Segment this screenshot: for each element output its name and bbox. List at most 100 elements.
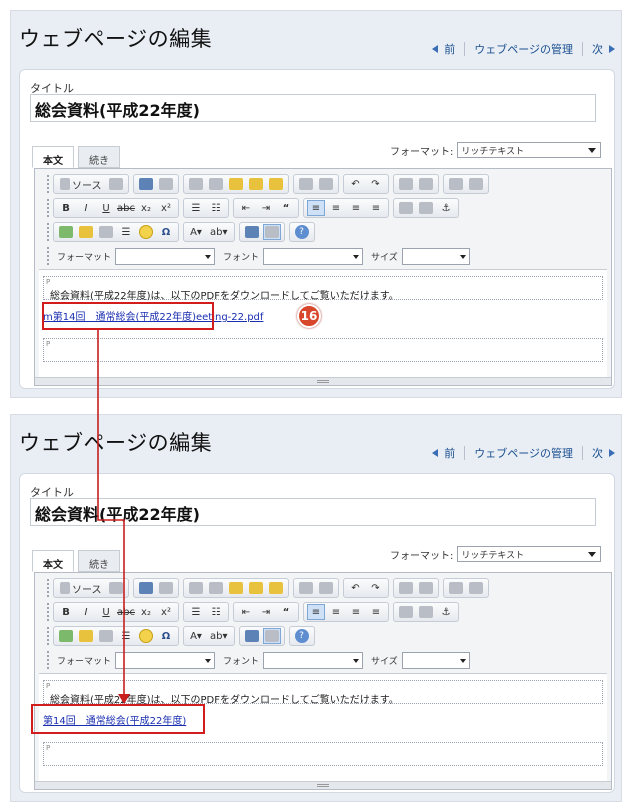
redo-button[interactable]: ↷ bbox=[367, 176, 385, 192]
unlink-button[interactable] bbox=[417, 604, 435, 620]
underline-button[interactable]: U bbox=[97, 200, 115, 216]
tab-continue[interactable]: 続き bbox=[78, 550, 120, 572]
source-button[interactable]: ソース bbox=[57, 580, 105, 596]
save-button[interactable] bbox=[137, 580, 155, 596]
paste-text-button[interactable] bbox=[247, 580, 265, 596]
resize-handle[interactable] bbox=[35, 781, 611, 789]
underline-button[interactable]: U bbox=[97, 604, 115, 620]
nav-next-link[interactable]: 次 bbox=[592, 41, 603, 57]
anchor-button[interactable]: ⚓ bbox=[437, 604, 455, 620]
align-justify-button[interactable]: ≡ bbox=[367, 200, 385, 216]
size-combo[interactable] bbox=[401, 247, 470, 265]
toolbar-grip[interactable] bbox=[47, 579, 51, 597]
cut-button[interactable] bbox=[187, 176, 205, 192]
superscript-button[interactable]: x² bbox=[157, 604, 175, 620]
copy-button[interactable] bbox=[207, 580, 225, 596]
select-all-button[interactable] bbox=[447, 176, 465, 192]
paragraph[interactable]: P bbox=[43, 338, 603, 362]
text-color-button[interactable]: A▾ bbox=[187, 224, 205, 240]
toolbar-grip[interactable] bbox=[47, 651, 51, 669]
toolbar-grip[interactable] bbox=[47, 223, 51, 241]
anchor-button[interactable]: ⚓ bbox=[437, 200, 455, 216]
toolbar-grip[interactable] bbox=[47, 627, 51, 645]
table-button[interactable] bbox=[97, 628, 115, 644]
nav-prev-link[interactable]: 前 bbox=[444, 445, 455, 461]
toolbar-grip[interactable] bbox=[47, 603, 51, 621]
format-select[interactable]: リッチテキスト bbox=[457, 546, 602, 562]
numbered-list-button[interactable]: ☰ bbox=[187, 200, 205, 216]
size-combo[interactable] bbox=[401, 651, 470, 669]
link-button[interactable] bbox=[397, 604, 415, 620]
bg-color-button[interactable]: ab▾ bbox=[207, 628, 231, 644]
blockquote-button[interactable]: “ bbox=[277, 200, 295, 216]
font-combo[interactable] bbox=[263, 247, 364, 265]
remove-format-button[interactable] bbox=[467, 580, 485, 596]
tab-continue[interactable]: 続き bbox=[78, 146, 120, 168]
replace-button[interactable] bbox=[417, 176, 435, 192]
nav-manage-link[interactable]: ウェブページの管理 bbox=[474, 445, 573, 461]
image-button[interactable] bbox=[57, 628, 75, 644]
superscript-button[interactable]: x² bbox=[157, 200, 175, 216]
format-combo[interactable] bbox=[115, 651, 216, 669]
numbered-list-button[interactable]: ☰ bbox=[187, 604, 205, 620]
templates-button[interactable] bbox=[107, 580, 125, 596]
undo-button[interactable]: ↶ bbox=[347, 580, 365, 596]
align-right-button[interactable]: ≡ bbox=[347, 200, 365, 216]
paste-button[interactable] bbox=[227, 580, 245, 596]
indent-button[interactable]: ⇥ bbox=[257, 200, 275, 216]
flash-button[interactable] bbox=[77, 628, 95, 644]
align-justify-button[interactable]: ≡ bbox=[367, 604, 385, 620]
special-char-button[interactable]: Ω bbox=[157, 224, 175, 240]
bg-color-button[interactable]: ab▾ bbox=[207, 224, 231, 240]
spellcheck-button[interactable] bbox=[317, 176, 335, 192]
nav-next-link[interactable]: 次 bbox=[592, 445, 603, 461]
preview-button[interactable] bbox=[157, 580, 175, 596]
bulleted-list-button[interactable]: ☷ bbox=[207, 200, 225, 216]
tab-body[interactable]: 本文 bbox=[32, 550, 74, 572]
paragraph[interactable]: P 総会資料(平成22年度)は、以下のPDFをダウンロードしてご覧いただけます。 bbox=[43, 276, 603, 302]
help-button[interactable]: ? bbox=[293, 628, 311, 644]
bold-button[interactable]: B bbox=[57, 604, 75, 620]
align-left-button[interactable]: ≡ bbox=[307, 200, 325, 216]
special-char-button[interactable]: Ω bbox=[157, 628, 175, 644]
strike-button[interactable]: abc bbox=[117, 604, 135, 620]
italic-button[interactable]: I bbox=[77, 200, 95, 216]
flash-button[interactable] bbox=[77, 224, 95, 240]
spellcheck-button[interactable] bbox=[317, 580, 335, 596]
italic-button[interactable]: I bbox=[77, 604, 95, 620]
templates-button[interactable] bbox=[107, 176, 125, 192]
print-button[interactable] bbox=[297, 580, 315, 596]
paragraph[interactable]: P 総会資料(平成22年度)は、以下のPDFをダウンロードしてご覧いただけます。 bbox=[43, 680, 603, 706]
align-center-button[interactable]: ≡ bbox=[327, 604, 345, 620]
maximize-button[interactable] bbox=[243, 224, 261, 240]
toolbar-grip[interactable] bbox=[47, 247, 51, 265]
title-input[interactable]: 総会資料(平成22年度) bbox=[30, 94, 596, 122]
text-color-button[interactable]: A▾ bbox=[187, 628, 205, 644]
subscript-button[interactable]: x₂ bbox=[137, 200, 155, 216]
undo-button[interactable]: ↶ bbox=[347, 176, 365, 192]
redo-button[interactable]: ↷ bbox=[367, 580, 385, 596]
bulleted-list-button[interactable]: ☷ bbox=[207, 604, 225, 620]
blockquote-button[interactable]: “ bbox=[277, 604, 295, 620]
print-button[interactable] bbox=[297, 176, 315, 192]
select-all-button[interactable] bbox=[447, 580, 465, 596]
smiley-button[interactable] bbox=[137, 628, 155, 644]
unlink-button[interactable] bbox=[417, 200, 435, 216]
toolbar-grip[interactable] bbox=[47, 175, 51, 193]
format-select[interactable]: リッチテキスト bbox=[457, 142, 602, 158]
format-combo[interactable] bbox=[115, 247, 216, 265]
replace-button[interactable] bbox=[417, 580, 435, 596]
align-center-button[interactable]: ≡ bbox=[327, 200, 345, 216]
find-button[interactable] bbox=[397, 580, 415, 596]
cut-button[interactable] bbox=[187, 580, 205, 596]
smiley-button[interactable] bbox=[137, 224, 155, 240]
paragraph[interactable]: P bbox=[43, 742, 603, 766]
subscript-button[interactable]: x₂ bbox=[137, 604, 155, 620]
find-button[interactable] bbox=[397, 176, 415, 192]
show-blocks-button[interactable] bbox=[262, 224, 281, 240]
source-button[interactable]: ソース bbox=[57, 176, 105, 192]
remove-format-button[interactable] bbox=[467, 176, 485, 192]
outdent-button[interactable]: ⇤ bbox=[237, 200, 255, 216]
table-button[interactable] bbox=[97, 224, 115, 240]
tab-body[interactable]: 本文 bbox=[32, 146, 74, 168]
